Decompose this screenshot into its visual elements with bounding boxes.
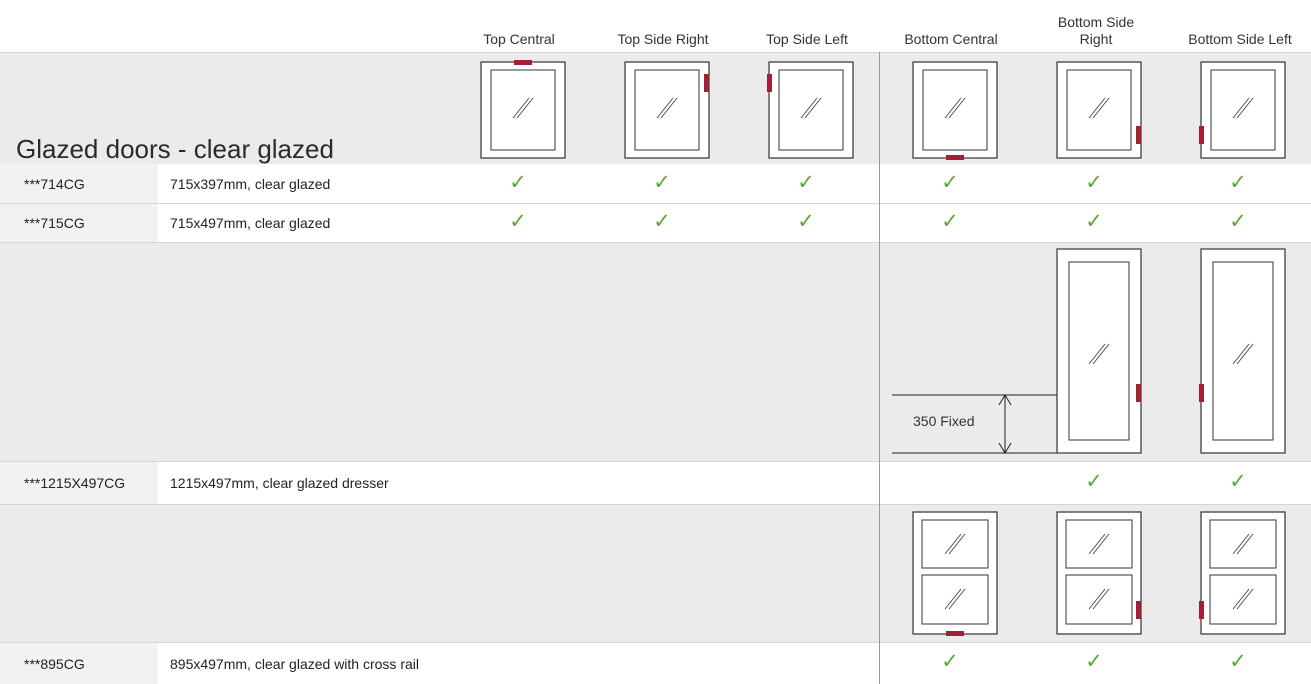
header-bottom-side-left: Bottom Side Left xyxy=(1188,31,1292,47)
availability-tick: ✓ xyxy=(653,171,671,194)
availability-tick: ✓ xyxy=(1085,650,1103,673)
availability-tick: ✓ xyxy=(1229,210,1247,233)
product-code: ***715CG xyxy=(0,204,158,242)
row-divider xyxy=(0,242,1311,243)
product-code: ***895CG xyxy=(0,643,158,684)
product-description: 895x497mm, clear glazed with cross rail xyxy=(170,655,419,672)
product-description: 715x397mm, clear glazed xyxy=(170,175,331,192)
availability-tick: ✓ xyxy=(1085,470,1103,493)
tall-door-bottom-side-left-diagram xyxy=(1199,248,1286,454)
product-code: ***714CG xyxy=(0,164,158,203)
availability-tick: ✓ xyxy=(941,650,959,673)
door-top-central-diagram xyxy=(480,60,566,159)
door-top-side-right-diagram xyxy=(624,61,710,159)
availability-tick: ✓ xyxy=(941,171,959,194)
availability-tick: ✓ xyxy=(509,210,527,233)
row-divider xyxy=(0,52,1311,53)
crossrail-door-bottom-central-diagram xyxy=(912,511,998,636)
door-bottom-side-left-diagram xyxy=(1199,61,1286,159)
header-top-side-left: Top Side Left xyxy=(766,31,848,47)
door-top-side-left-diagram xyxy=(767,61,854,159)
header-bottom-central: Bottom Central xyxy=(904,31,998,47)
availability-tick: ✓ xyxy=(1229,171,1247,194)
availability-tick: ✓ xyxy=(797,171,815,194)
column-separator xyxy=(879,52,880,684)
header-bottom-side-right: Bottom Side Right xyxy=(1057,14,1135,47)
availability-tick: ✓ xyxy=(1085,210,1103,233)
product-code: ***1215X497CG xyxy=(0,462,158,504)
availability-tick: ✓ xyxy=(1229,650,1247,673)
product-description: 715x497mm, clear glazed xyxy=(170,215,331,231)
tall-door-bottom-side-right-diagram xyxy=(1056,248,1142,454)
availability-tick: ✓ xyxy=(941,210,959,233)
availability-tick: ✓ xyxy=(797,210,815,233)
availability-tick: ✓ xyxy=(1229,470,1247,493)
crossrail-door-bottom-side-left-diagram xyxy=(1199,511,1286,635)
door-bottom-side-right-diagram xyxy=(1056,61,1142,159)
product-description: 1215x497mm, clear glazed dresser xyxy=(170,475,389,491)
availability-tick: ✓ xyxy=(1085,171,1103,194)
header-top-side-right: Top Side Right xyxy=(617,31,709,47)
row-divider xyxy=(0,504,1311,505)
header-top-central: Top Central xyxy=(483,31,555,47)
door-bottom-central-diagram xyxy=(912,61,998,160)
availability-tick: ✓ xyxy=(509,171,527,194)
dimension-label: 350 Fixed xyxy=(913,413,975,429)
section-title: Glazed doors - clear glazed xyxy=(16,134,334,164)
availability-tick: ✓ xyxy=(653,210,671,233)
crossrail-door-bottom-side-right-diagram xyxy=(1056,511,1142,635)
